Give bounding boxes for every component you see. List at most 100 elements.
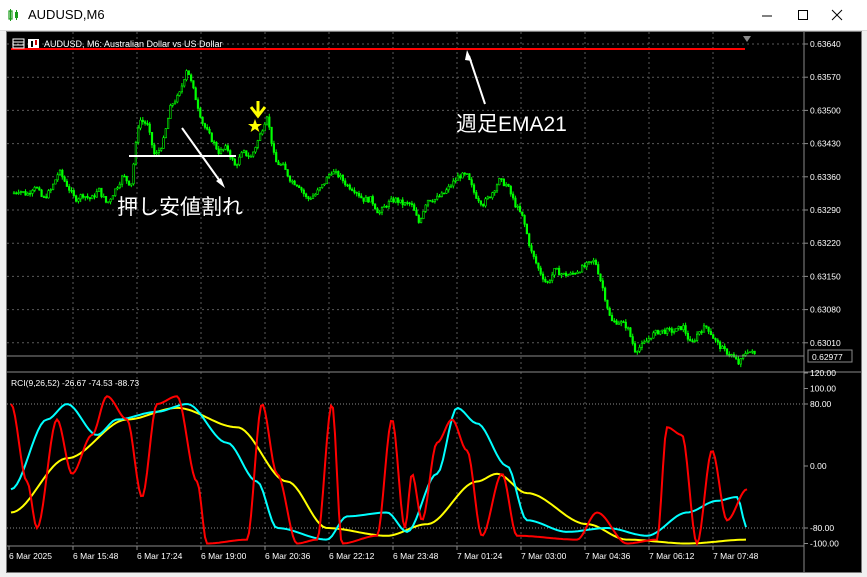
candle-body <box>424 204 427 212</box>
chart-window[interactable]: AUDUSD, M6: Australian Dollar vs US Doll… <box>6 31 862 573</box>
candle-body <box>539 267 542 275</box>
candle-body <box>672 331 676 333</box>
candle-body <box>452 180 455 187</box>
candle-body <box>417 215 420 223</box>
chart-canvas[interactable]: AUDUSD, M6: Australian Dollar vs US Doll… <box>7 32 861 572</box>
candle-body <box>56 174 59 181</box>
indicator-scale: 120.00 100.00 80.00 0.00 -80.00 -100.00 <box>804 368 839 549</box>
candle-body <box>215 142 218 150</box>
candle-body <box>415 210 418 216</box>
candle-body <box>691 340 694 343</box>
price-scale[interactable]: 0.63640 0.63570 0.63500 0.63430 0.63360 0.632… <box>804 39 841 348</box>
candle-body <box>590 261 593 263</box>
title-bar: AUDUSD,M6 <box>0 0 867 31</box>
candle-body <box>153 144 156 155</box>
indicator-scale-label: 120.00 <box>810 368 836 378</box>
candle-body <box>606 299 609 309</box>
indicator-label: RCI(9,26,52) -26.67 -74.53 -88.73 <box>11 378 139 388</box>
candle-body <box>114 188 117 196</box>
candle-body <box>564 272 568 277</box>
candle-body <box>330 173 333 176</box>
minimize-button[interactable] <box>747 2 787 28</box>
candle-body <box>454 180 457 182</box>
candle-body <box>567 274 570 277</box>
candle-body <box>295 184 299 187</box>
down-arrow-icon <box>249 101 267 119</box>
candle-body <box>61 169 64 178</box>
candle-body <box>431 200 434 203</box>
candle-body <box>107 201 110 204</box>
minimize-icon <box>762 15 772 17</box>
candle-body <box>190 74 193 81</box>
candle-body <box>150 132 154 146</box>
candle-body <box>116 187 119 190</box>
candle-body <box>500 178 503 180</box>
candle-body <box>155 152 158 155</box>
candle-body <box>608 307 611 316</box>
candle-body <box>346 184 349 187</box>
price-label: 0.63150 <box>810 271 841 281</box>
time-scale[interactable]: 6 Mar 2025 6 Mar 15:48 6 Mar 17:24 6 Mar 19… <box>8 546 759 561</box>
candle-body <box>528 233 531 246</box>
candle-body <box>505 183 508 187</box>
candle-body <box>396 197 400 203</box>
candle-body <box>45 196 48 199</box>
shift-marker-icon[interactable] <box>743 36 751 42</box>
candle-body <box>698 331 701 335</box>
candle-body <box>514 197 517 208</box>
candle-body <box>141 119 144 123</box>
price-label: 0.63500 <box>810 105 841 115</box>
candle-body <box>302 189 305 195</box>
candle-body <box>314 193 317 197</box>
candle-body <box>226 145 230 151</box>
candle-body <box>125 175 128 182</box>
candle-body <box>560 273 563 276</box>
candle-body <box>65 180 68 187</box>
symbol-icon[interactable] <box>28 39 39 48</box>
candle-body <box>26 193 29 196</box>
candle-body <box>28 193 32 195</box>
candle-body <box>597 264 600 275</box>
candle-body <box>712 334 715 339</box>
candle-body <box>254 147 257 153</box>
candle-body <box>438 195 441 198</box>
candle-body <box>532 250 535 257</box>
candle-body <box>121 175 124 185</box>
indicator-scale-label: 0.00 <box>810 461 827 471</box>
candle-body <box>394 197 397 203</box>
candle-body <box>224 145 227 150</box>
candle-body <box>123 175 126 178</box>
candle-body <box>728 353 731 356</box>
candle-body <box>185 70 188 81</box>
candle-body <box>686 333 689 340</box>
candle-body <box>544 278 547 282</box>
candle-body <box>259 133 262 141</box>
candle-body <box>440 192 443 197</box>
candle-body <box>38 187 41 191</box>
candle-body <box>583 265 586 268</box>
svg-text:0.62977: 0.62977 <box>812 352 843 362</box>
candle-body <box>615 320 618 325</box>
candle-body <box>272 143 276 153</box>
break-arrowhead-icon <box>216 178 225 188</box>
candle-body <box>139 119 142 129</box>
candle-body <box>362 197 365 202</box>
candle-body <box>638 347 641 352</box>
maximize-icon <box>798 10 808 20</box>
candle-body <box>753 350 756 355</box>
candle-body <box>293 180 296 186</box>
candle-body <box>233 158 236 166</box>
price-label: 0.63360 <box>810 172 841 182</box>
candle-body <box>201 116 204 124</box>
candle-body <box>744 353 747 356</box>
candle-body <box>75 195 78 202</box>
candle-body <box>649 337 653 340</box>
candle-body <box>270 126 273 144</box>
candle-body <box>17 192 20 194</box>
close-button[interactable] <box>817 2 857 28</box>
time-label: 6 Mar 19:00 <box>201 551 247 561</box>
current-price-tag: 0.62977 <box>807 349 853 363</box>
candle-body <box>238 156 241 165</box>
candle-body <box>721 346 724 350</box>
symbol-description: AUDUSD, M6: Australian Dollar vs US Doll… <box>44 39 223 49</box>
